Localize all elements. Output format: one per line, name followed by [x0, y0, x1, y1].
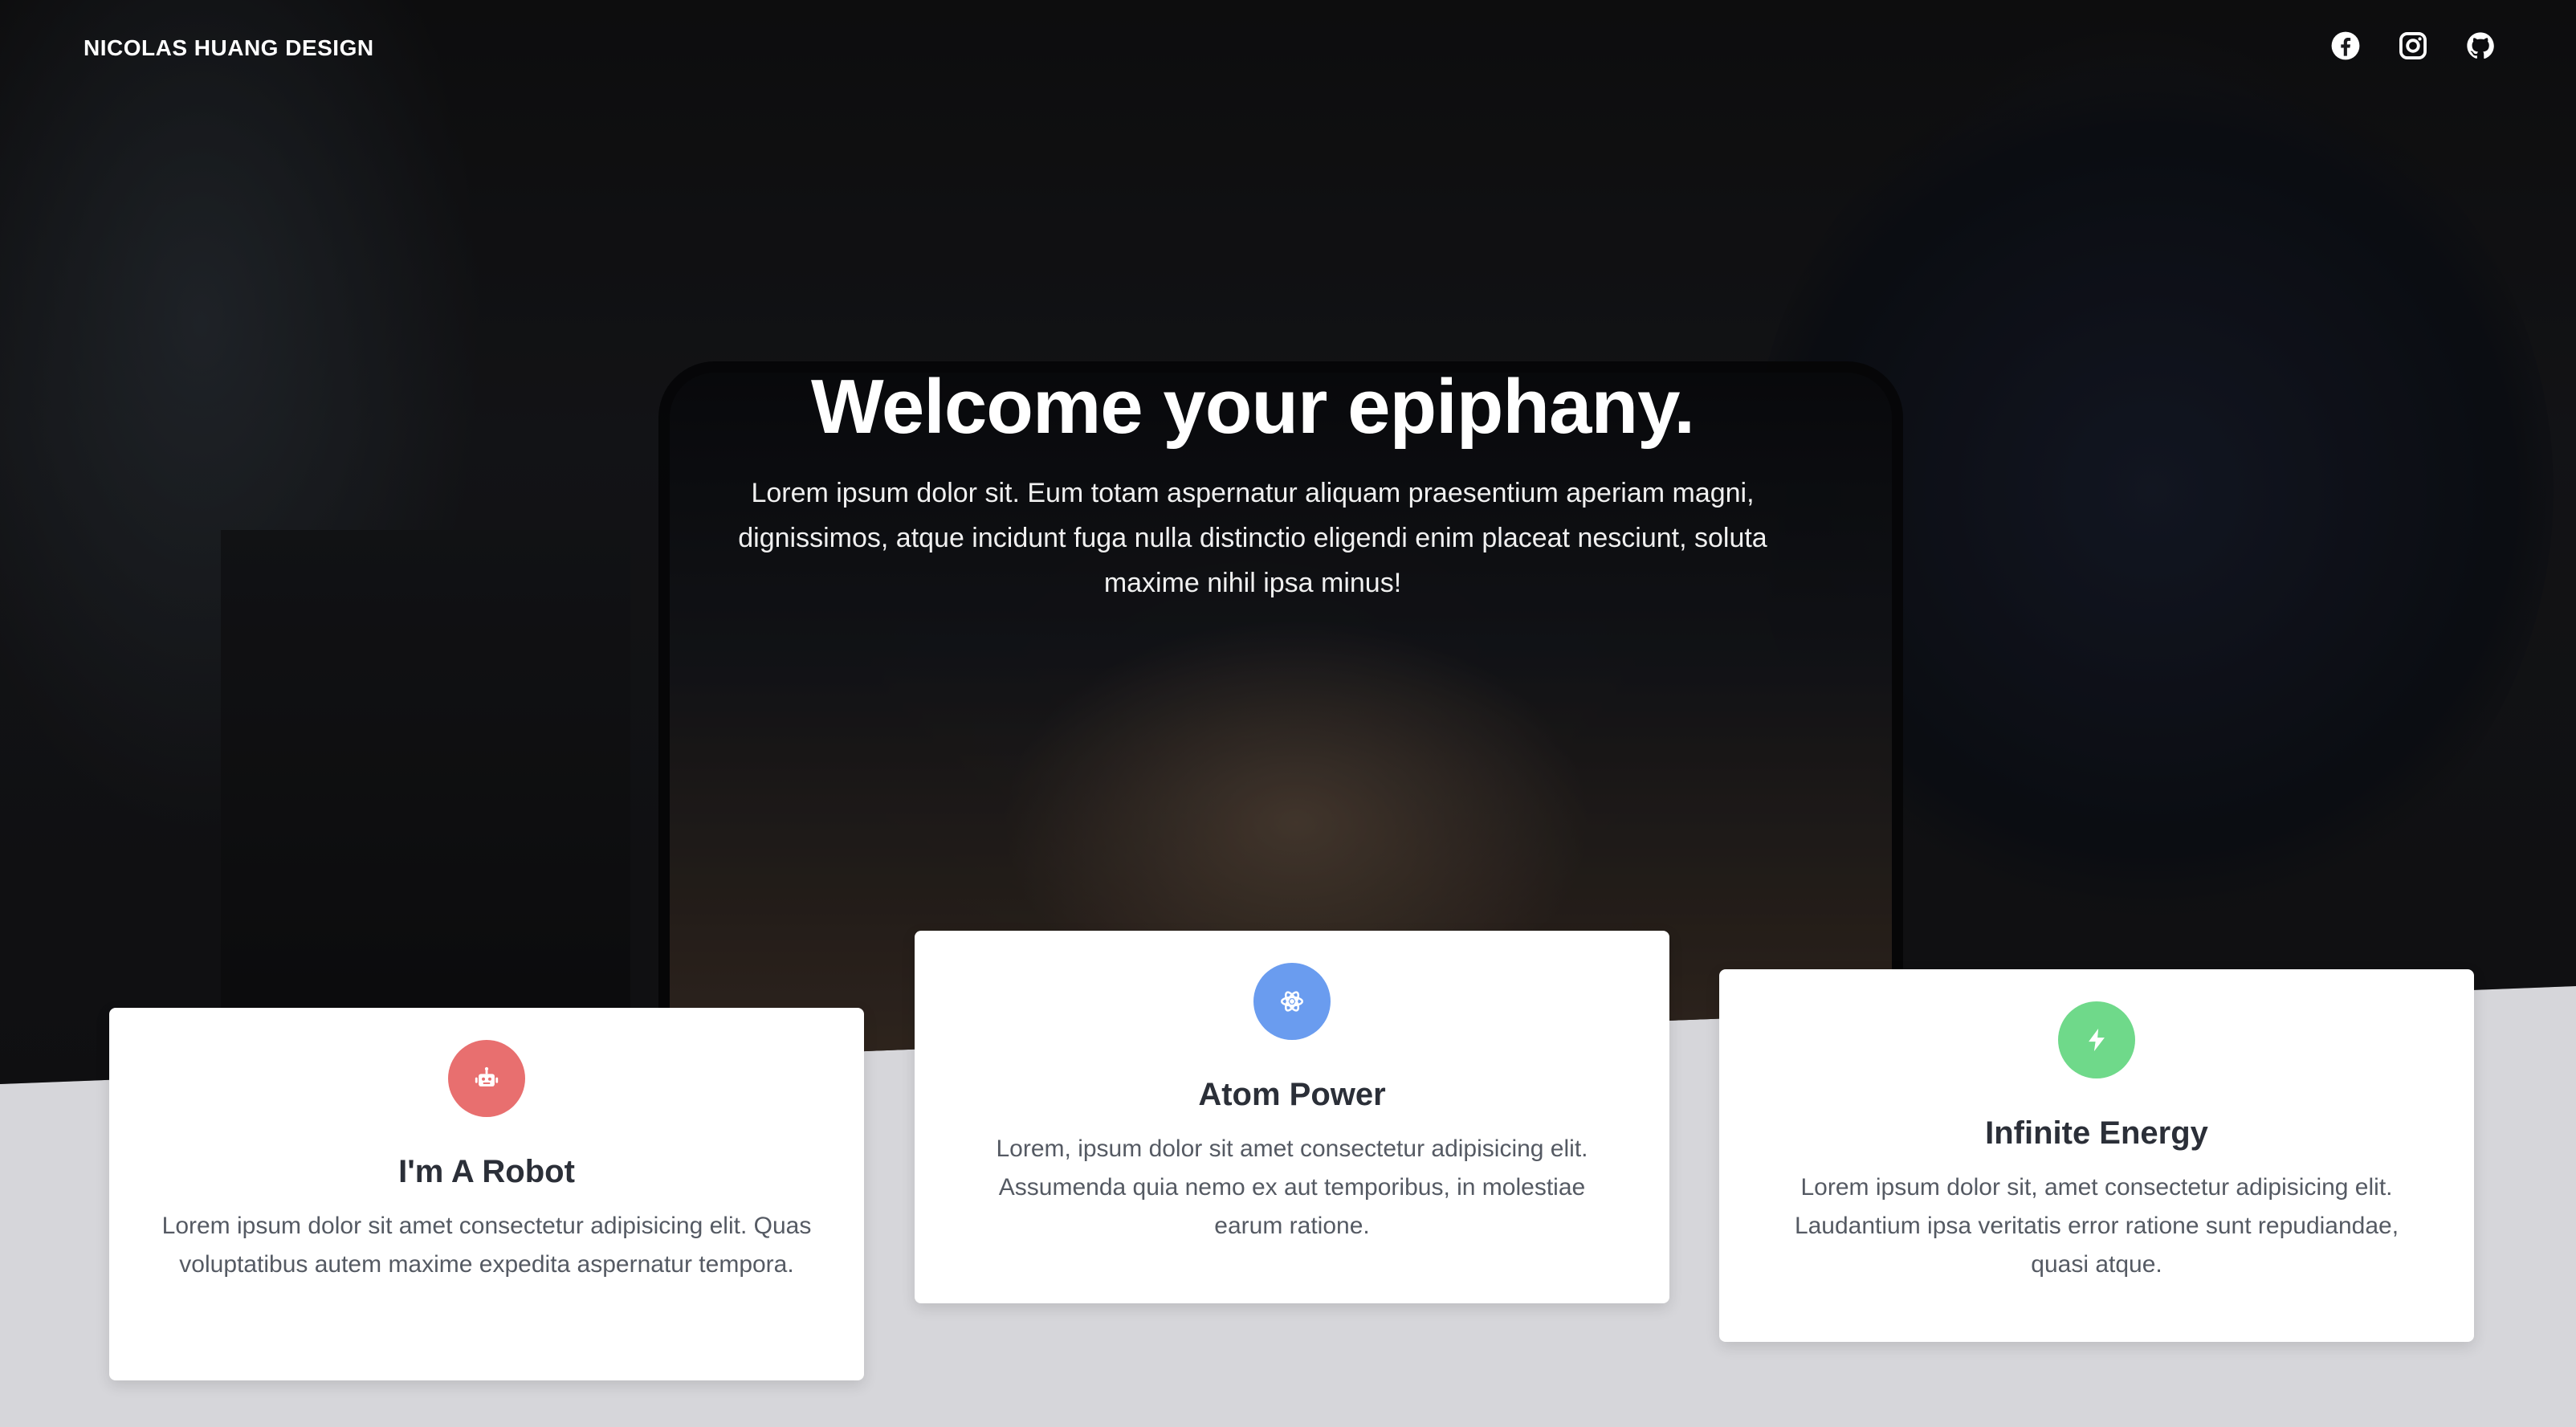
- card-title: Atom Power: [1198, 1077, 1386, 1112]
- brand-logo[interactable]: NICOLAS HUANG DESIGN: [84, 35, 374, 61]
- card-title: Infinite Energy: [1985, 1115, 2208, 1151]
- feature-card-robot: I'm A Robot Lorem ipsum dolor sit amet c…: [109, 1008, 864, 1380]
- card-text: Lorem ipsum dolor sit amet consectetur a…: [161, 1213, 812, 1278]
- hero-description: Lorem ipsum dolor sit. Eum totam asperna…: [738, 478, 1767, 598]
- bolt-icon: [2058, 1001, 2135, 1078]
- robot-icon: [448, 1040, 525, 1117]
- card-text: Lorem, ipsum dolor sit amet consectetur …: [996, 1135, 1588, 1239]
- hero-title: Welcome your epiphany.: [810, 364, 1695, 450]
- feature-card-atom: Atom Power Lorem, ipsum dolor sit amet c…: [915, 931, 1669, 1303]
- facebook-icon[interactable]: [2330, 31, 2361, 61]
- instagram-icon[interactable]: [2398, 31, 2428, 61]
- feature-card-energy: Infinite Energy Lorem ipsum dolor sit, a…: [1719, 969, 2474, 1342]
- card-title: I'm A Robot: [398, 1154, 575, 1189]
- atom-icon: [1253, 963, 1331, 1040]
- github-icon[interactable]: [2465, 31, 2496, 61]
- card-text: Lorem ipsum dolor sit, amet consectetur …: [1794, 1174, 2399, 1278]
- social-links: [2330, 31, 2496, 61]
